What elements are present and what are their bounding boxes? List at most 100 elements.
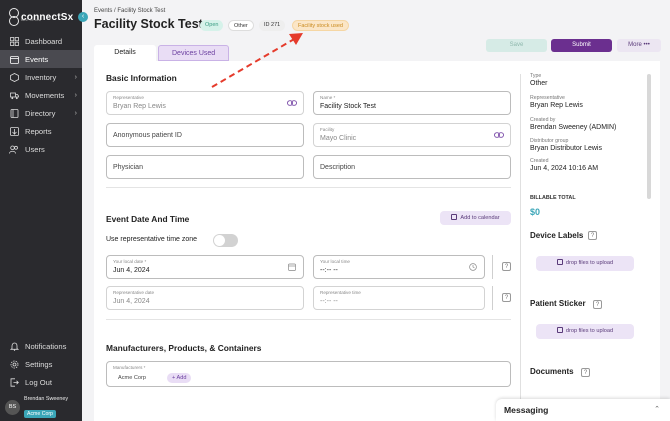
representative-date-field[interactable]: Representative date Jun 4, 2024	[106, 286, 304, 310]
chevron-right-icon: ›	[74, 73, 77, 81]
sidebar-bottom-nav: Notifications Settings Log Out	[0, 337, 82, 391]
scrollbar[interactable]	[647, 74, 651, 199]
facility-field[interactable]: Facility Mayo Clinic	[313, 123, 511, 147]
field-placeholder: Physician	[113, 164, 143, 171]
field-placeholder: Description	[320, 164, 356, 171]
time-zone-toggle-label: Use representative time zone	[106, 236, 198, 243]
help-icon[interactable]: ?	[502, 293, 511, 302]
sidebar-item-directory[interactable]: Directory ›	[0, 104, 82, 122]
users-icon	[9, 144, 19, 154]
chevron-right-icon: ›	[74, 91, 77, 99]
section-divider	[106, 319, 511, 320]
sidebar-item-dashboard[interactable]: Dashboard	[0, 32, 82, 50]
truck-icon	[9, 90, 19, 100]
tab-details[interactable]: Details	[94, 45, 156, 61]
field-label: Representative	[113, 95, 144, 100]
manufacturers-field[interactable]: Manufacturers * Acme Corp + Add	[106, 361, 511, 387]
gear-icon	[9, 359, 19, 369]
name-field[interactable]: Name * Facility Stock Test	[313, 91, 511, 115]
field-value: Jun 4, 2024	[113, 298, 150, 305]
basic-information-heading: Basic Information	[106, 73, 177, 83]
info-value: Bryan Distributor Lewis	[530, 145, 602, 152]
collapse-sidebar-button[interactable]: ‹	[78, 12, 88, 22]
time-zone-toggle[interactable]	[213, 234, 238, 247]
description-input[interactable]: Description	[313, 155, 511, 179]
help-icon[interactable]: ?	[581, 368, 590, 377]
sidebar-item-users[interactable]: Users	[0, 140, 82, 158]
device-labels-heading: Device Labels	[530, 231, 584, 240]
save-button[interactable]: Save	[486, 39, 547, 52]
tab-devices-used[interactable]: Devices Used	[158, 45, 230, 61]
documents-heading: Documents	[530, 367, 574, 376]
sidebar-item-notifications[interactable]: Notifications	[0, 337, 82, 355]
local-time-field[interactable]: Your local time --:-- --	[313, 255, 485, 279]
logo-mark-icon	[9, 8, 19, 26]
sidebar-item-logout[interactable]: Log Out	[0, 373, 82, 391]
manufacturers-heading: Manufacturers, Products, & Containers	[106, 343, 262, 353]
sidebar-nav: Dashboard Events Inventory › Movements ›	[0, 32, 82, 158]
representative-field[interactable]: Representative Bryan Rep Lewis	[106, 91, 304, 115]
field-label: Manufacturers *	[113, 365, 146, 370]
info-value: Jun 4, 2024 10:16 AM	[530, 165, 599, 172]
help-icon[interactable]: ?	[502, 262, 511, 271]
info-label: Representative	[530, 95, 565, 101]
info-label: Distributor group	[530, 138, 569, 144]
created-by-info: Created by Brendan Sweeney (ADMIN)	[530, 117, 650, 131]
sidebar-item-label: Log Out	[25, 377, 53, 387]
breadcrumb[interactable]: Events / Facility Stock Test	[94, 8, 165, 14]
logo[interactable]: connectSx	[9, 7, 73, 27]
submit-button[interactable]: Submit	[551, 39, 612, 52]
sidebar-item-label: Reports	[25, 126, 52, 136]
billable-total-label: BILLABLE TOTAL	[530, 195, 576, 201]
representative-info: Representative Bryan Rep Lewis	[530, 95, 650, 109]
local-date-field[interactable]: Your local date * Jun 4, 2024	[106, 255, 304, 279]
logout-icon	[9, 377, 19, 387]
sidebar-item-events[interactable]: Events	[0, 50, 82, 68]
physician-input[interactable]: Physician	[106, 155, 304, 179]
user-org-badge: Acme Corp	[24, 409, 56, 418]
sidebar-item-settings[interactable]: Settings	[0, 355, 82, 373]
help-icon[interactable]: ?	[588, 231, 597, 240]
info-value: Brendan Sweeney (ADMIN)	[530, 124, 617, 131]
info-label: Type	[530, 73, 542, 79]
sidebar-item-movements[interactable]: Movements ›	[0, 86, 82, 104]
field-value: Bryan Rep Lewis	[113, 103, 166, 110]
calendar-icon[interactable]	[287, 263, 297, 273]
add-manufacturer-button[interactable]: + Add	[167, 373, 192, 383]
messaging-panel[interactable]: Messaging ⌃	[496, 399, 670, 421]
patient-id-input[interactable]: Anonymous patient ID	[106, 123, 304, 147]
sidebar-item-label: Directory	[25, 108, 56, 118]
help-icon[interactable]: ?	[593, 300, 602, 309]
field-value: Facility Stock Test	[320, 103, 376, 110]
link-icon[interactable]	[287, 99, 297, 109]
sidebar-item-label: Users	[25, 144, 45, 154]
sidebar-item-label: Events	[25, 54, 49, 64]
patient-sticker-dropzone[interactable]: drop files to upload	[536, 324, 634, 339]
field-label: Your local time	[320, 259, 350, 264]
id-badge: ID 271	[259, 20, 286, 31]
event-date-time-heading: Event Date And Time	[106, 214, 190, 224]
upload-plus-icon	[556, 259, 563, 265]
vertical-divider	[492, 255, 493, 279]
field-value: --:-- --	[320, 267, 338, 274]
chevron-up-icon[interactable]: ⌃	[654, 405, 660, 413]
sidebar-item-inventory[interactable]: Inventory ›	[0, 68, 82, 86]
clock-icon[interactable]	[468, 263, 478, 273]
grid-icon	[9, 36, 19, 46]
avatar: BS	[5, 400, 20, 415]
status-badge: Open	[200, 20, 224, 31]
sidebar-item-label: Inventory	[25, 72, 57, 82]
more-button[interactable]: More •••	[617, 39, 661, 52]
manufacturer-chip[interactable]: Acme Corp	[113, 373, 151, 383]
page-title: Facility Stock Test	[94, 17, 203, 31]
user-profile[interactable]: BS Brendan Sweeney Acme Corp	[0, 394, 82, 421]
sidebar-item-reports[interactable]: Reports	[0, 122, 82, 140]
sidebar-item-label: Notifications	[25, 341, 67, 351]
side-divider	[520, 74, 521, 419]
link-icon[interactable]	[494, 131, 504, 141]
representative-time-field[interactable]: Representative time --:-- --	[313, 286, 485, 310]
device-labels-dropzone[interactable]: drop files to upload	[536, 256, 634, 271]
add-to-calendar-button[interactable]: Add to calendar	[440, 211, 511, 225]
info-value: Bryan Rep Lewis	[530, 102, 583, 109]
field-label: Your local date *	[113, 259, 147, 264]
